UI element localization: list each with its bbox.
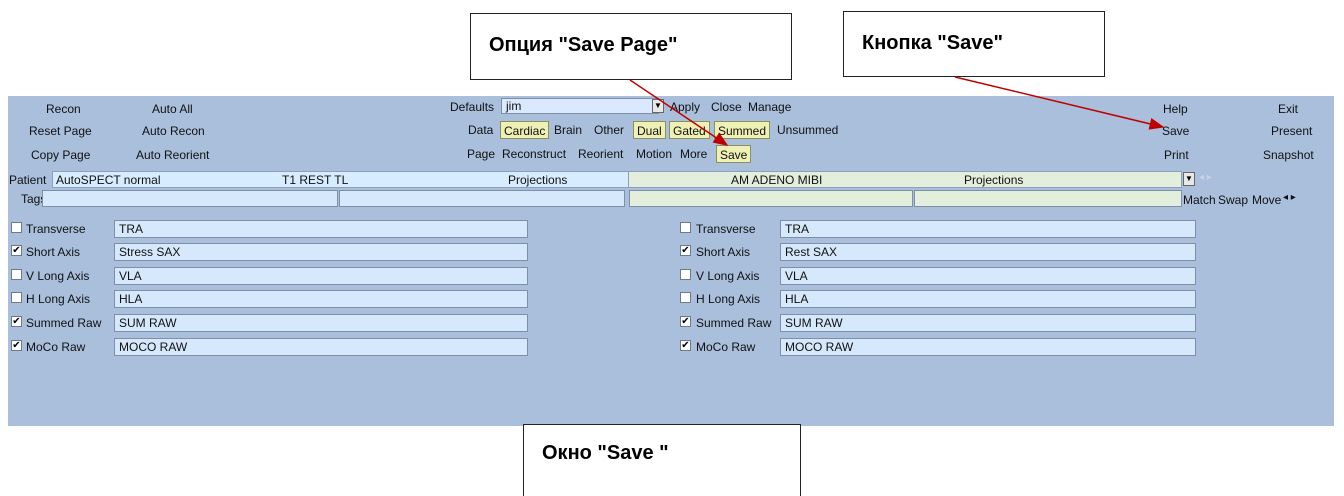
tags-field-3[interactable] bbox=[629, 190, 913, 207]
present-button[interactable]: Present bbox=[1271, 124, 1312, 138]
callout-save-window-text: Окно "Save " bbox=[542, 442, 669, 464]
data-summed-chip[interactable]: Summed bbox=[714, 121, 771, 139]
left-h-long-axis-label: H Long Axis bbox=[26, 292, 91, 306]
right-moco-raw-label: MoCo Raw bbox=[696, 340, 756, 354]
left-v-long-axis-field[interactable]: VLA bbox=[114, 267, 528, 285]
callout-save-window: Окно "Save " bbox=[523, 424, 801, 496]
patient-dropdown-arrow-icon[interactable]: ▼ bbox=[1183, 172, 1195, 186]
right-short-axis-checkbox[interactable]: ✔ bbox=[680, 245, 691, 256]
move-arrows-icon[interactable]: ◂ ▸ bbox=[1283, 192, 1296, 203]
left-transverse-label: Transverse bbox=[26, 222, 86, 236]
right-summed-raw-field[interactable]: SUM RAW bbox=[780, 314, 1196, 332]
manage-button[interactable]: Manage bbox=[748, 100, 791, 114]
data-cardiac-chip[interactable]: Cardiac bbox=[500, 121, 550, 139]
left-moco-raw-label: MoCo Raw bbox=[26, 340, 86, 354]
reset-page-button[interactable]: Reset Page bbox=[29, 124, 92, 138]
data-unsummed-chip[interactable]: Unsummed bbox=[774, 121, 841, 139]
left-short-axis-checkbox[interactable]: ✔ bbox=[11, 245, 22, 256]
page-more-option[interactable]: More bbox=[680, 147, 707, 161]
defaults-value: jim bbox=[506, 99, 522, 113]
left-h-long-axis-field[interactable]: HLA bbox=[114, 290, 528, 308]
match-button[interactable]: Match bbox=[1183, 193, 1216, 207]
left-v-long-axis-checkbox[interactable] bbox=[11, 269, 22, 280]
left-transverse-field[interactable]: TRA bbox=[114, 220, 528, 238]
save-page-chip[interactable]: Save bbox=[716, 145, 752, 163]
right-moco-raw-checkbox[interactable]: ✔ bbox=[680, 340, 691, 351]
right-summed-raw-checkbox[interactable]: ✔ bbox=[680, 316, 691, 327]
right-v-long-axis-label: V Long Axis bbox=[696, 269, 760, 283]
right-h-long-axis-label: H Long Axis bbox=[696, 292, 761, 306]
help-button[interactable]: Help bbox=[1163, 102, 1188, 116]
page-reorient-option[interactable]: Reorient bbox=[578, 147, 623, 161]
print-button[interactable]: Print bbox=[1164, 148, 1189, 162]
recon-button[interactable]: Recon bbox=[46, 102, 81, 116]
patient-type1: Projections bbox=[508, 173, 568, 187]
auto-all-button[interactable]: Auto All bbox=[152, 102, 193, 116]
right-transverse-checkbox[interactable] bbox=[680, 222, 691, 233]
snapshot-button[interactable]: Snapshot bbox=[1263, 148, 1314, 162]
auto-reorient-button[interactable]: Auto Reorient bbox=[136, 148, 209, 162]
tags-field-2[interactable] bbox=[339, 190, 625, 207]
page-motion-option[interactable]: Motion bbox=[636, 147, 672, 161]
patient-label: Patient bbox=[9, 173, 47, 187]
right-h-long-axis-field[interactable]: HLA bbox=[780, 290, 1196, 308]
page-label: Page bbox=[467, 147, 496, 161]
data-label: Data bbox=[468, 123, 494, 137]
right-summed-raw-label: Summed Raw bbox=[696, 316, 772, 330]
data-dual-chip[interactable]: Dual bbox=[633, 121, 666, 139]
right-short-axis-label: Short Axis bbox=[696, 245, 751, 259]
data-brain-chip[interactable]: Brain bbox=[551, 121, 585, 139]
left-moco-raw-field[interactable]: MOCO RAW bbox=[114, 338, 528, 356]
right-short-axis-field[interactable]: Rest SAX bbox=[780, 243, 1196, 261]
left-summed-raw-checkbox[interactable]: ✔ bbox=[11, 316, 22, 327]
left-moco-raw-checkbox[interactable]: ✔ bbox=[11, 340, 22, 351]
left-summed-raw-field[interactable]: SUM RAW bbox=[114, 314, 528, 332]
patient-study2: AM ADENO MIBI bbox=[731, 173, 823, 187]
patient-study1: T1 REST TL bbox=[282, 173, 349, 187]
callout-save-button-text: Кнопка "Save" bbox=[862, 32, 1003, 54]
patient-scroll-arrows-icon[interactable]: ◂ ▸ bbox=[1199, 172, 1212, 183]
callout-save-page-text: Опция "Save Page" bbox=[489, 34, 678, 56]
apply-button[interactable]: Apply bbox=[670, 100, 700, 114]
defaults-dropdown-arrow-icon[interactable]: ▼ bbox=[652, 99, 664, 113]
left-v-long-axis-label: V Long Axis bbox=[26, 269, 90, 283]
left-transverse-checkbox[interactable] bbox=[11, 222, 22, 233]
patient-name: AutoSPECT normal bbox=[56, 173, 161, 187]
callout-save-button: Кнопка "Save" bbox=[843, 11, 1105, 77]
exit-button[interactable]: Exit bbox=[1278, 102, 1298, 116]
patient-bar-right[interactable] bbox=[628, 171, 1182, 188]
data-other-chip[interactable]: Other bbox=[591, 121, 627, 139]
close-button[interactable]: Close bbox=[711, 100, 742, 114]
copy-page-button[interactable]: Copy Page bbox=[31, 148, 90, 162]
right-v-long-axis-field[interactable]: VLA bbox=[780, 267, 1196, 285]
application-panel: Recon Reset Page Copy Page Auto All Auto… bbox=[8, 96, 1334, 426]
left-short-axis-label: Short Axis bbox=[26, 245, 81, 259]
left-summed-raw-label: Summed Raw bbox=[26, 316, 102, 330]
callout-save-page: Опция "Save Page" bbox=[470, 13, 792, 80]
right-h-long-axis-checkbox[interactable] bbox=[680, 292, 691, 303]
left-h-long-axis-checkbox[interactable] bbox=[11, 292, 22, 303]
auto-recon-button[interactable]: Auto Recon bbox=[142, 124, 205, 138]
save-button[interactable]: Save bbox=[1162, 124, 1189, 138]
data-gated-chip[interactable]: Gated bbox=[669, 121, 710, 139]
left-short-axis-field[interactable]: Stress SAX bbox=[114, 243, 528, 261]
right-v-long-axis-checkbox[interactable] bbox=[680, 269, 691, 280]
defaults-label: Defaults bbox=[450, 100, 495, 114]
tags-field-1[interactable] bbox=[42, 190, 338, 207]
page-reconstruct-option[interactable]: Reconstruct bbox=[502, 147, 566, 161]
right-transverse-field[interactable]: TRA bbox=[780, 220, 1196, 238]
move-button[interactable]: Move bbox=[1252, 193, 1281, 207]
right-moco-raw-field[interactable]: MOCO RAW bbox=[780, 338, 1196, 356]
tags-field-4[interactable] bbox=[914, 190, 1182, 207]
swap-button[interactable]: Swap bbox=[1218, 193, 1248, 207]
defaults-select[interactable]: jim bbox=[501, 98, 659, 114]
patient-type2: Projections bbox=[964, 173, 1024, 187]
right-transverse-label: Transverse bbox=[696, 222, 756, 236]
